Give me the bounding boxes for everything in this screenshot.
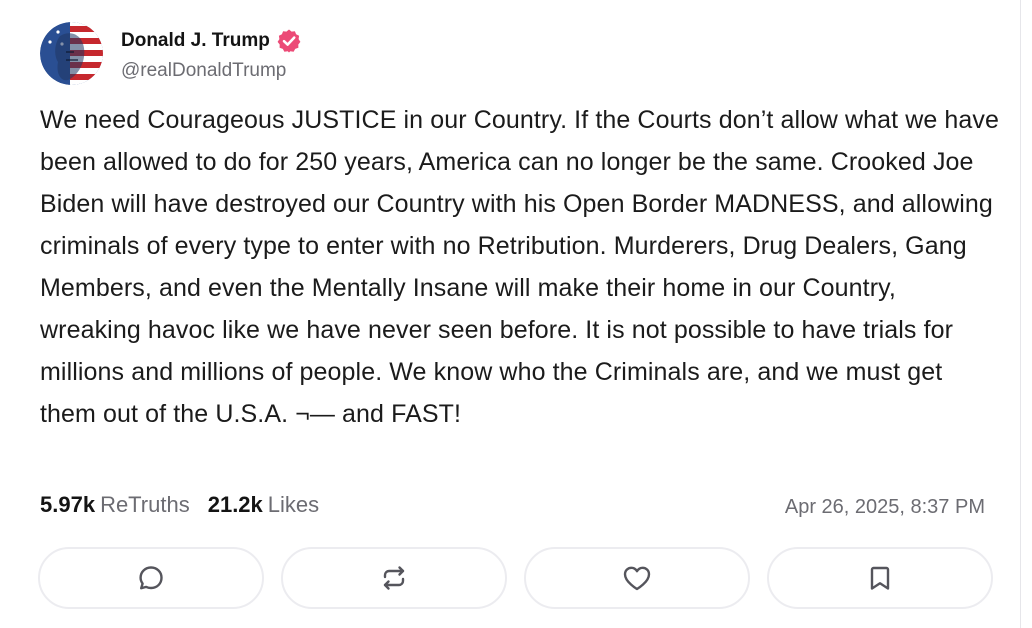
author-handle[interactable]: @realDonaldTrump bbox=[121, 60, 302, 82]
flag-portrait-avatar-icon bbox=[40, 22, 103, 85]
likes-label[interactable]: Likes bbox=[268, 492, 319, 518]
post-stats: 5.97k ReTruths 21.2k Likes bbox=[40, 492, 319, 518]
post-header: Donald J. Trump @realDonaldTrump bbox=[40, 22, 302, 85]
display-name[interactable]: Donald J. Trump bbox=[121, 30, 270, 52]
post-card: Donald J. Trump @realDonaldTrump We need… bbox=[0, 0, 1021, 628]
repost-icon bbox=[383, 566, 405, 590]
retruths-label[interactable]: ReTruths bbox=[100, 492, 190, 518]
avatar[interactable] bbox=[40, 22, 103, 85]
post-timestamp[interactable]: Apr 26, 2025, 8:37 PM bbox=[785, 496, 985, 519]
likes-count[interactable]: 21.2k bbox=[208, 492, 263, 518]
reply-button[interactable] bbox=[38, 547, 264, 609]
post-body-text: We need Courageous JUSTICE in our Countr… bbox=[40, 106, 1007, 428]
name-row: Donald J. Trump bbox=[121, 26, 302, 56]
bookmark-button[interactable] bbox=[767, 547, 993, 609]
comment-icon bbox=[139, 566, 163, 590]
retruth-button[interactable] bbox=[281, 547, 507, 609]
verified-badge-icon bbox=[276, 28, 302, 54]
action-bar bbox=[38, 547, 993, 609]
retruths-count[interactable]: 5.97k bbox=[40, 492, 95, 518]
heart-icon bbox=[623, 566, 651, 591]
author-names: Donald J. Trump @realDonaldTrump bbox=[121, 26, 302, 82]
like-button[interactable] bbox=[524, 547, 750, 609]
bookmark-icon bbox=[870, 566, 890, 590]
